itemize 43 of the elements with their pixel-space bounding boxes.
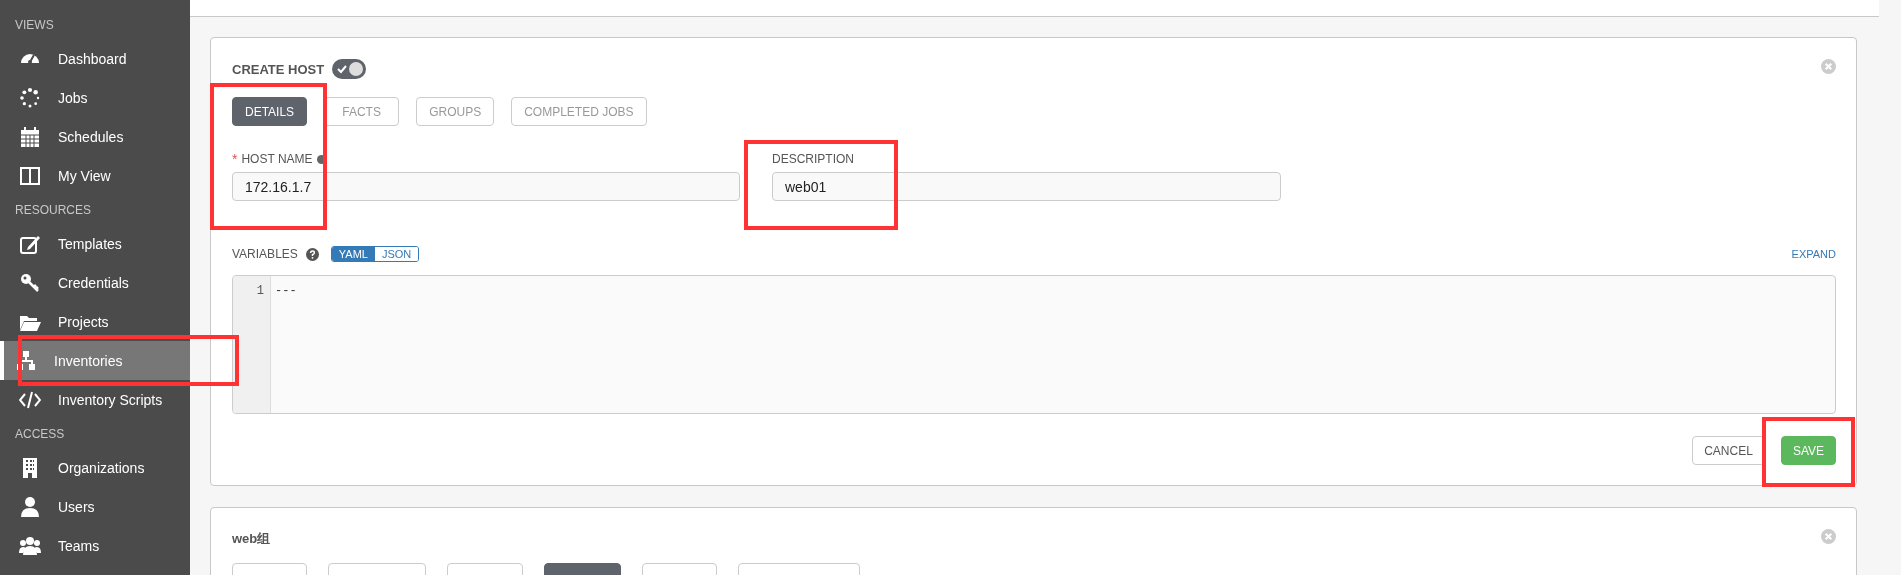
sidebar-section-label: RESOURCES xyxy=(15,202,91,217)
sidebar-item[interactable]: Inventories xyxy=(0,341,190,380)
key-icon xyxy=(19,271,41,294)
sidebar-item[interactable]: Jobs xyxy=(0,78,190,117)
sidebar-item[interactable]: Schedules xyxy=(0,117,190,156)
users-icon xyxy=(19,534,41,557)
mode-toggle[interactable]: YAML xyxy=(331,247,375,261)
sidebar-section-label: ACCESS xyxy=(15,426,65,441)
columns-icon xyxy=(19,164,41,187)
toggle-switch[interactable] xyxy=(332,59,367,79)
field-label: HOST NAME xyxy=(241,152,313,166)
code-line: --- xyxy=(275,284,297,298)
sidebar-item[interactable]: Dashboard xyxy=(0,39,190,78)
sidebar-item[interactable]: Templates xyxy=(0,224,190,263)
card-title: CREATE HOST xyxy=(232,61,325,77)
sidebar-section-label: VIEWS xyxy=(15,17,54,32)
sidebar-item[interactable]: Credentials xyxy=(0,263,190,302)
dotted-circle-icon xyxy=(19,86,41,109)
check-icon xyxy=(337,64,348,74)
hierarchy-icon xyxy=(15,349,37,372)
text-field[interactable]: web01 xyxy=(772,172,1281,201)
close-icon[interactable] xyxy=(1821,59,1836,74)
calendar-icon xyxy=(19,125,41,148)
sidebar-item[interactable]: My View xyxy=(0,156,190,195)
sidebar-item[interactable]: Projects xyxy=(0,302,190,341)
close-icon[interactable] xyxy=(1821,529,1836,544)
line-number: 1 xyxy=(255,284,265,298)
field-label: DESCRIPTION xyxy=(772,152,854,166)
cancel-button[interactable]: CANCEL xyxy=(1692,436,1765,465)
tab[interactable]: DETAILS xyxy=(232,97,308,126)
sidebar-item[interactable]: Teams xyxy=(0,526,190,565)
card-title: web组 xyxy=(232,530,271,548)
sidebar-item[interactable]: Inventory Scripts xyxy=(0,380,190,419)
help-icon[interactable] xyxy=(305,247,319,261)
code-editor[interactable]: 1 --- xyxy=(232,275,1836,414)
required-mark: * xyxy=(232,151,238,167)
sidebar-item[interactable]: Organizations xyxy=(0,448,190,487)
help-icon[interactable] xyxy=(316,154,326,164)
expand-link[interactable]: EXPAND xyxy=(1791,248,1836,260)
field-label: VARIABLES xyxy=(232,247,298,261)
sidebar-item[interactable]: Users xyxy=(0,487,190,526)
text-field[interactable]: 172.16.1.7 xyxy=(232,172,740,201)
user-icon xyxy=(19,495,41,518)
